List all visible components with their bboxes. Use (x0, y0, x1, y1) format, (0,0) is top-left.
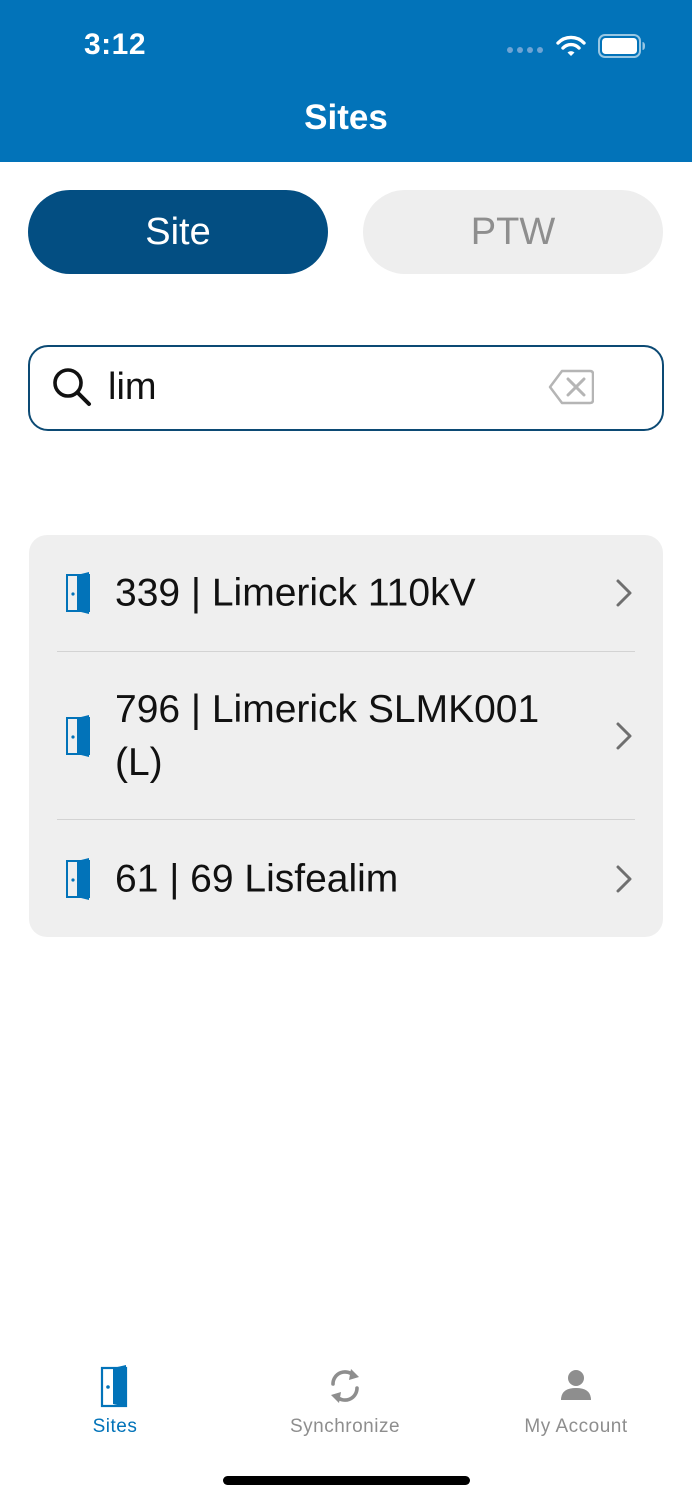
chevron-right-icon (616, 579, 632, 607)
list-item[interactable]: 796 | Limerick SLMK001 (L) (29, 652, 663, 819)
chevron-right-icon (616, 722, 632, 749)
site-label: 339 | Limerick 110kV (115, 571, 476, 615)
sync-icon (331, 1369, 359, 1403)
person-icon (561, 1370, 591, 1400)
search-input[interactable] (108, 359, 528, 415)
segment-ptw-button[interactable]: PTW (363, 190, 663, 274)
tab-label: Sites (92, 1416, 138, 1437)
battery-icon (598, 34, 645, 58)
list-item[interactable]: 61 | 69 Lisfealim (29, 820, 663, 937)
search-bar (28, 345, 664, 431)
tab-my-account[interactable]: My Account (461, 1340, 691, 1450)
status-time: 3:12 (84, 28, 147, 61)
door-icon (66, 857, 90, 900)
clear-text-icon[interactable] (548, 369, 594, 405)
site-results-list: 339 | Limerick 110kV 796 | Limerick SLMK… (29, 535, 663, 937)
door-icon (66, 714, 90, 757)
segment-site-button[interactable]: Site (28, 190, 328, 274)
search-icon (53, 368, 91, 406)
site-label: 796 | Limerick SLMK001 (L) (115, 687, 540, 784)
site-label: 61 | 69 Lisfealim (115, 857, 399, 900)
page-title: Sites (304, 98, 388, 137)
tab-label: Synchronize (289, 1416, 401, 1437)
navigation-header: 3:12 Sites (0, 0, 692, 162)
home-indicator (223, 1476, 470, 1485)
door-icon (100, 1365, 128, 1408)
cellular-signal-icon (507, 47, 543, 53)
tab-synchronize[interactable]: Synchronize (230, 1340, 460, 1450)
door-icon (66, 572, 90, 614)
chevron-right-icon (616, 865, 632, 892)
tab-sites[interactable]: Sites (0, 1340, 230, 1450)
wifi-icon (556, 35, 586, 56)
tab-label: My Account (524, 1416, 628, 1437)
list-item[interactable]: 339 | Limerick 110kV (29, 535, 663, 651)
